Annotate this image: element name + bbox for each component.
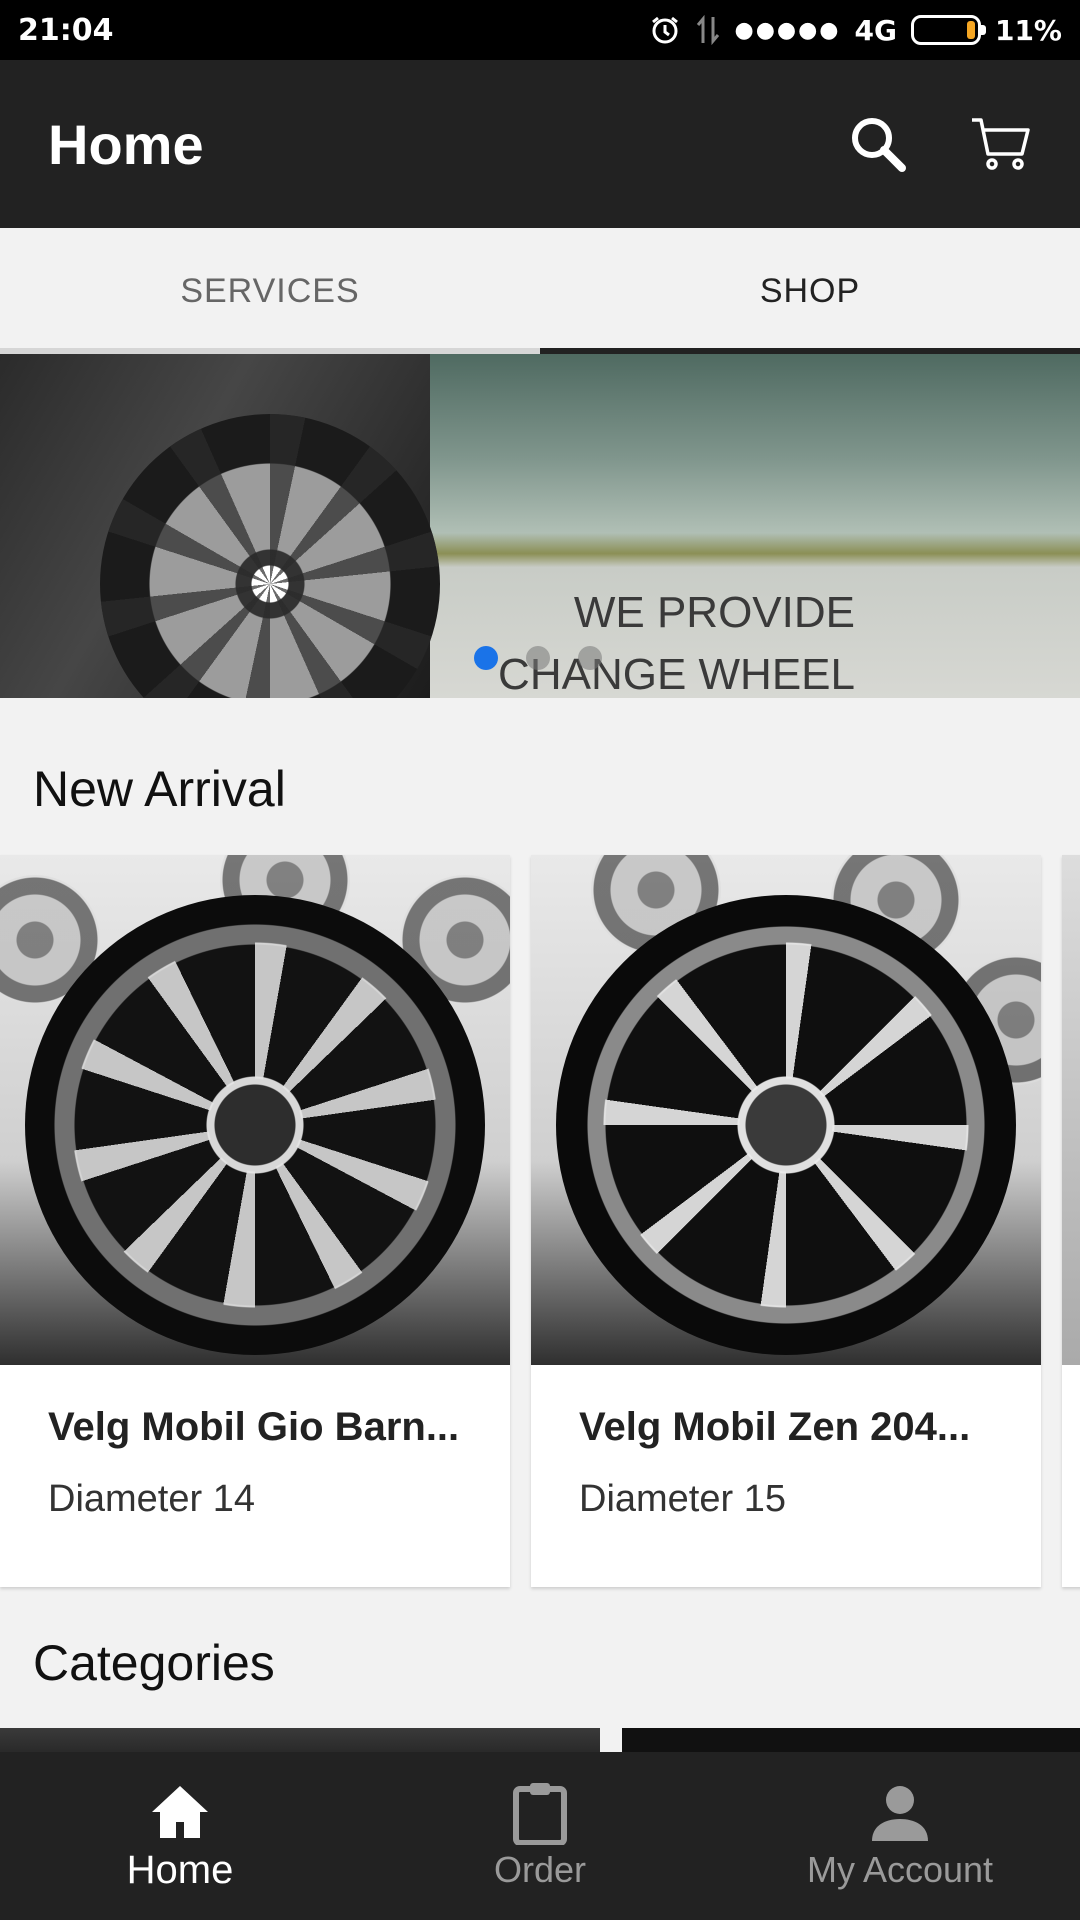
product-card[interactable]: Velg Mobil Gio Barn... Diameter 14 [0,855,510,1587]
status-bar: 21:04 ●●●●● 4G 11% [0,0,1080,60]
product-card[interactable]: Velg Mobil Zen 204... Diameter 15 [531,855,1041,1587]
tab-services-label: SERVICES [180,271,360,310]
search-button[interactable] [846,112,910,176]
rim-spokes [25,895,485,1355]
new-arrival-heading: New Arrival [33,761,286,817]
pager-dot[interactable] [474,646,498,670]
page-title: Home [48,112,204,176]
pager-dot[interactable] [526,646,550,670]
nav-home-label: Home [126,1847,234,1892]
network-type: 4G [854,13,897,47]
product-name: Velg Mobil Gio Barn... [48,1405,460,1449]
battery-icon [910,15,986,45]
new-arrival-list: Velg Mobil Gio Barn... Diameter 14 Velg … [0,855,1080,1587]
banner-text: WE PROVIDE CHANGE WHEEL [498,582,855,698]
nav-order-label: Order [493,1849,587,1890]
categories-heading: Categories [33,1635,275,1691]
cart-icon [972,118,1030,170]
pager-dot[interactable] [578,646,602,670]
app-bar: Home [0,60,1080,228]
product-info: Velg Mobil Gio Barn... Diameter 14 [0,1365,510,1521]
product-info: Velg Mobil Zen 204... Diameter 15 [531,1365,1041,1521]
signal-icon: ●●●●● [734,17,841,43]
tab-shop[interactable]: SHOP [540,228,1080,354]
nav-home[interactable]: Home [0,1752,360,1920]
person-icon [868,1781,932,1845]
search-icon [852,118,906,172]
app-bar-actions [846,112,1032,176]
status-indicators: ●●●●● 4G 11% [649,14,1062,47]
nav-order[interactable]: Order [360,1752,720,1920]
battery-percent: 11% [994,13,1062,47]
product-image [1062,855,1080,1365]
nav-my-account[interactable]: My Account [720,1752,1080,1920]
battery-level [966,21,975,39]
tab-bar: SERVICES SHOP [0,228,1080,354]
app-screen: 21:04 ●●●●● 4G 11% Home SERVICES SHOP WE… [0,0,1080,1920]
banner-pager [474,646,602,670]
rim-spokes [556,895,1016,1355]
tab-services[interactable]: SERVICES [0,228,540,354]
tab-shop-label: SHOP [759,271,861,310]
product-diameter: Diameter 14 [48,1478,255,1520]
home-icon [148,1780,212,1844]
product-image [0,855,510,1365]
data-transfer-icon [695,15,721,45]
product-name: Velg Mobil Zen 204... [579,1405,971,1449]
cart-button[interactable] [968,112,1032,176]
nav-my-account-label: My Account [806,1849,994,1890]
product-card-peek[interactable] [1062,855,1080,1587]
product-image [531,855,1041,1365]
product-diameter: Diameter 15 [579,1478,786,1520]
banner-line-1: WE PROVIDE [573,588,855,637]
bottom-navigation: Home Order My Account [0,1752,1080,1920]
alarm-icon [649,14,681,46]
status-time: 21:04 [18,12,114,48]
clipboard-icon [508,1781,572,1845]
